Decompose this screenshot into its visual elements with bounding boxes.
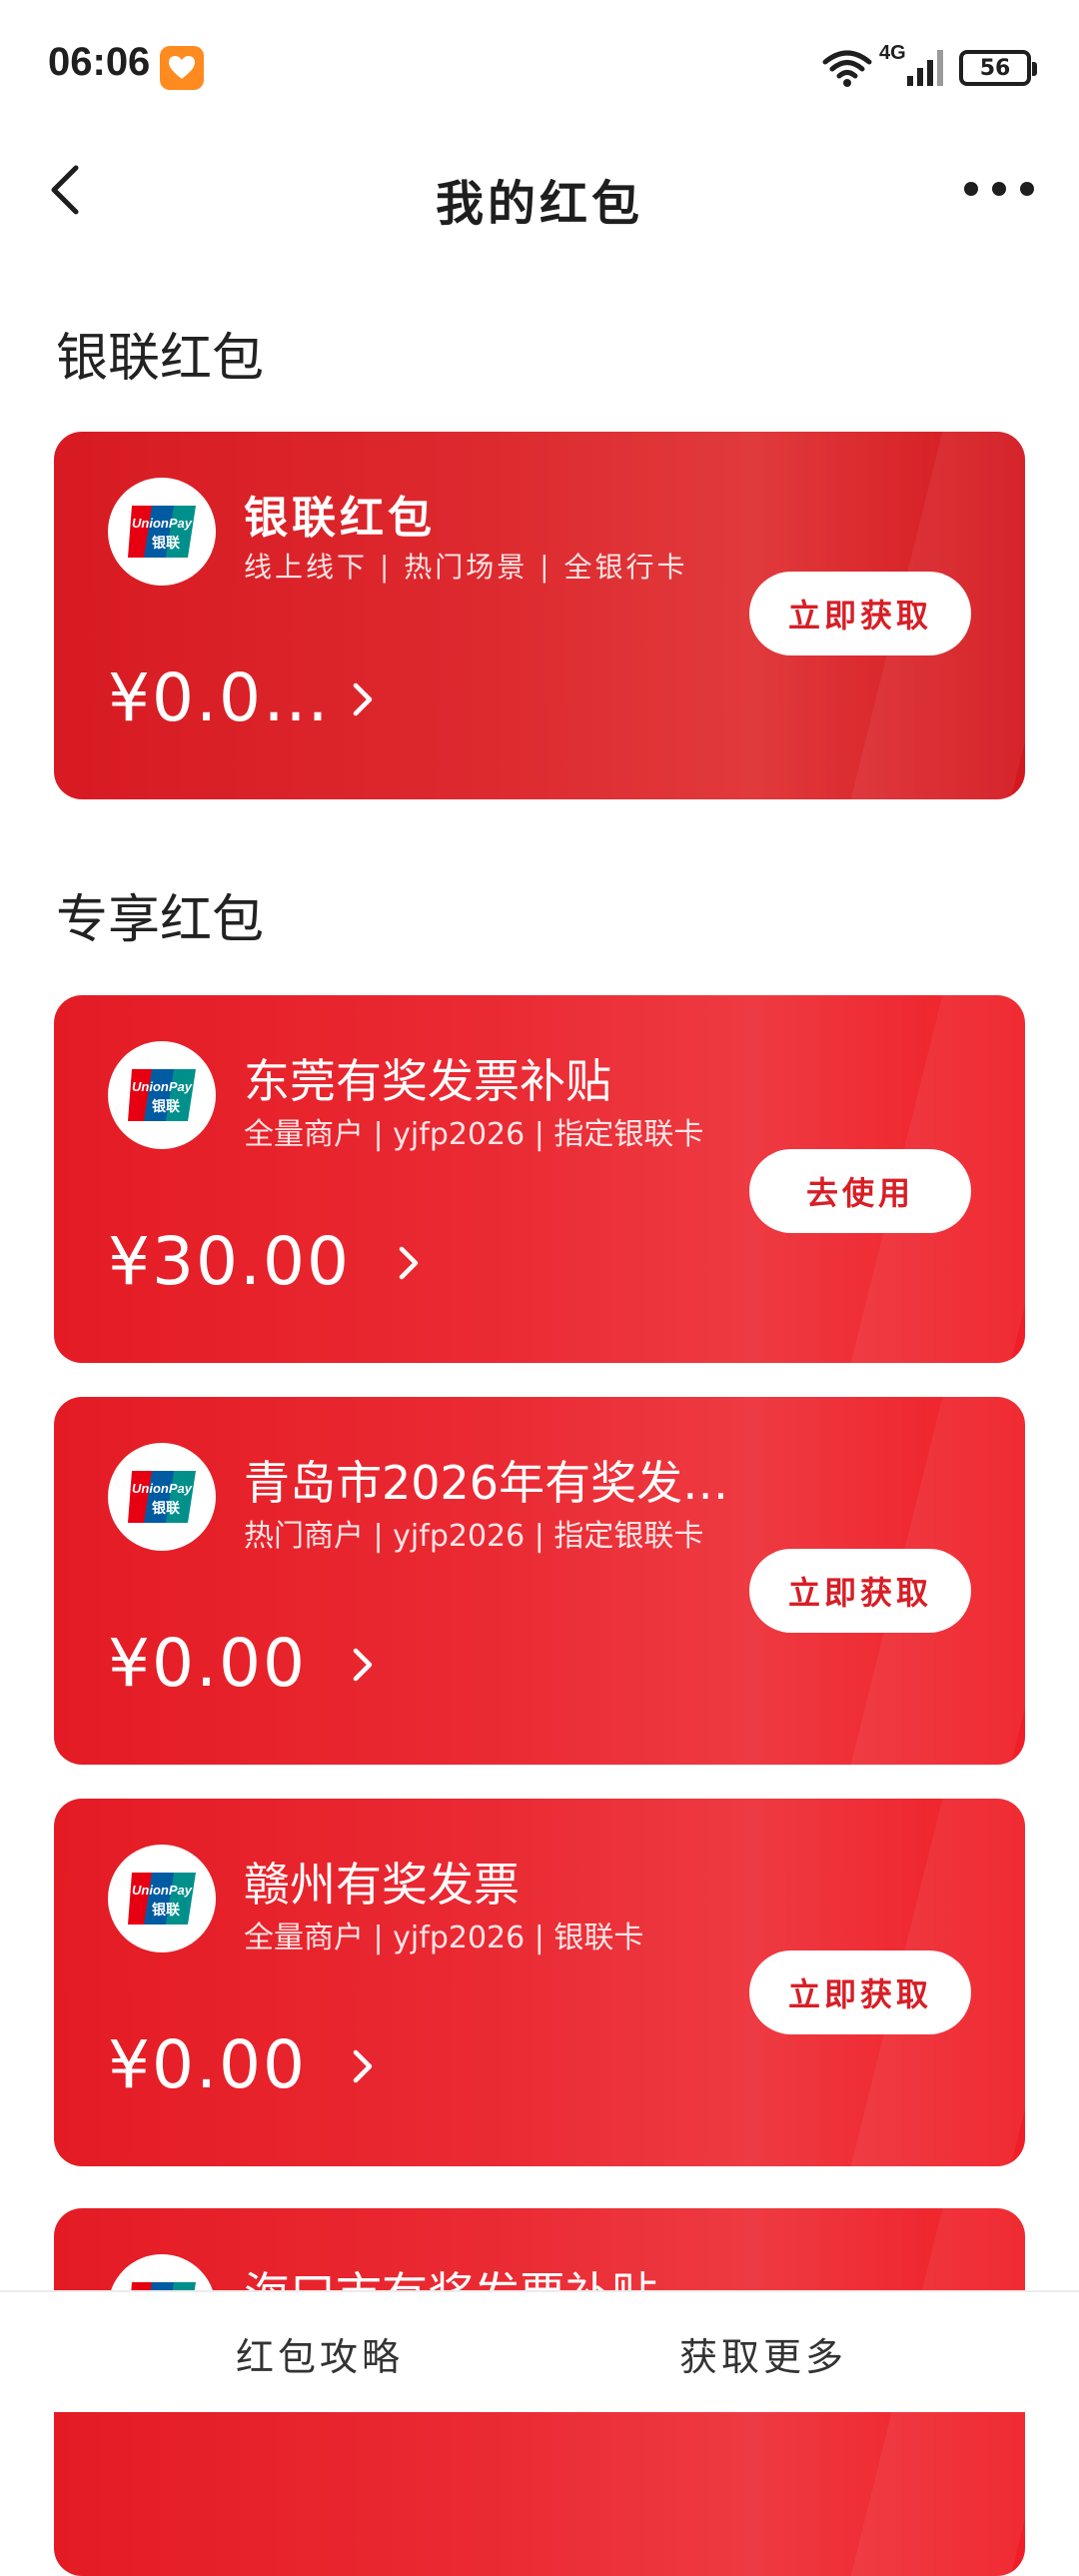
unionpay-logo: UnionPay 银联 xyxy=(108,1443,216,1551)
card-name: 赣州有奖发票 xyxy=(244,1858,520,1912)
unionpay-logo: UnionPay 银联 xyxy=(108,478,216,586)
app-notification-icon xyxy=(160,46,204,90)
svg-text:UnionPay: UnionPay xyxy=(132,516,193,531)
more-button[interactable] xyxy=(959,164,1039,214)
unionpay-card[interactable]: UnionPay 银联 银联红包 线上线下 | 热门场景 | 全银行卡 ¥0.0… xyxy=(54,432,1025,799)
card-amount[interactable]: ¥0.00 xyxy=(108,1625,307,1702)
chevron-right-icon[interactable] xyxy=(348,679,378,719)
red-packet-card-ganzhou[interactable]: UnionPay 银联 赣州有奖发票 全量商户 | yjfp2026 | 银联卡… xyxy=(54,1799,1025,2166)
card-description: 全量商户 | yjfp2026 | 银联卡 xyxy=(244,1921,644,1955)
red-packet-card-dongguan[interactable]: UnionPay 银联 东莞有奖发票补贴 全量商户 | yjfp2026 | 指… xyxy=(54,995,1025,1363)
chevron-right-icon[interactable] xyxy=(394,1243,424,1283)
get-now-button[interactable]: 立即获取 xyxy=(749,1950,971,2034)
card-name: 银联红包 xyxy=(244,493,436,544)
top-nav: 我的红包 xyxy=(0,136,1079,246)
card-amount[interactable]: ¥0.00 xyxy=(108,2026,307,2103)
chevron-right-icon[interactable] xyxy=(348,1645,378,1685)
card-description: 热门商户 | yjfp2026 | 指定银联卡 xyxy=(244,1519,704,1554)
get-now-button[interactable]: 立即获取 xyxy=(749,1549,971,1633)
wifi-icon xyxy=(822,50,872,87)
page-title: 我的红包 xyxy=(435,176,643,232)
unionpay-logo: UnionPay 银联 xyxy=(108,1041,216,1149)
svg-text:银联: 银联 xyxy=(152,1500,181,1517)
more-dots-icon xyxy=(964,182,1034,196)
use-now-button[interactable]: 去使用 xyxy=(749,1149,971,1233)
get-now-button[interactable]: 立即获取 xyxy=(749,572,971,655)
svg-text:UnionPay: UnionPay xyxy=(132,1481,193,1496)
card-description: 全量商户 | yjfp2026 | 指定银联卡 xyxy=(244,1117,704,1152)
get-more-link[interactable]: 获取更多 xyxy=(679,2326,847,2381)
section-title-exclusive: 专享红包 xyxy=(56,890,265,950)
svg-text:银联: 银联 xyxy=(152,535,181,552)
svg-text:UnionPay: UnionPay xyxy=(132,1883,193,1898)
card-amount[interactable]: ¥30.00 xyxy=(108,1223,351,1300)
unionpay-logo: UnionPay 银联 xyxy=(108,1845,216,1952)
card-name: 青岛市2026年有奖发… xyxy=(244,1456,729,1510)
battery-indicator: 56 xyxy=(959,50,1037,86)
status-bar: 06:06 4G 56 xyxy=(0,0,1079,136)
red-packet-guide-link[interactable]: 红包攻略 xyxy=(236,2326,404,2381)
bottom-bar: 红包攻略 获取更多 xyxy=(0,2290,1079,2412)
card-description: 线上线下 | 热门场景 | 全银行卡 xyxy=(244,551,688,584)
card-name: 东莞有奖发票补贴 xyxy=(244,1054,611,1108)
status-time: 06:06 xyxy=(48,40,151,84)
svg-text:UnionPay: UnionPay xyxy=(132,1079,193,1094)
svg-text:银联: 银联 xyxy=(152,1902,181,1919)
svg-text:银联: 银联 xyxy=(152,1098,181,1115)
signal-icon xyxy=(907,50,943,86)
section-title-unionpay: 银联红包 xyxy=(56,329,265,389)
red-packet-card-qingdao[interactable]: UnionPay 银联 青岛市2026年有奖发… 热门商户 | yjfp2026… xyxy=(54,1397,1025,1765)
card-amount[interactable]: ¥0.0… xyxy=(108,659,331,736)
network-type: 4G xyxy=(879,42,906,64)
chevron-right-icon[interactable] xyxy=(348,2046,378,2086)
status-icons: 4G 56 xyxy=(821,42,1037,92)
